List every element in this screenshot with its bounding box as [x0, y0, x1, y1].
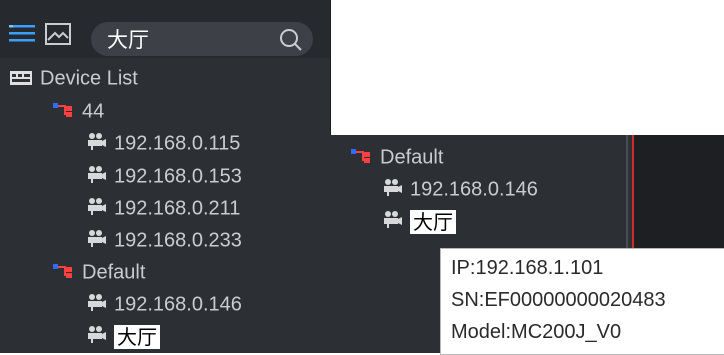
tree-group-default[interactable]: Default	[52, 257, 145, 287]
device-label: 大厅	[114, 324, 160, 349]
camera-icon	[86, 194, 106, 224]
device-label: 192.168.0.146	[410, 178, 538, 201]
device-item[interactable]: 192.168.0.211	[86, 193, 240, 223]
group-label: Default	[380, 146, 444, 169]
camera-icon	[86, 129, 106, 159]
search-input[interactable]	[105, 22, 279, 58]
image-view-icon[interactable]	[44, 22, 72, 51]
tree-group-44[interactable]: 44	[52, 96, 104, 126]
device-label: 192.168.0.146	[114, 293, 242, 316]
camera-icon	[382, 175, 402, 205]
tooltip-sn: SN:EF00000000020483	[451, 289, 666, 311]
camera-icon	[86, 322, 106, 352]
device-item-selected[interactable]: 大厅	[382, 206, 456, 236]
list-view-icon[interactable]	[8, 22, 36, 51]
tree-toolbar	[0, 0, 330, 58]
device-item[interactable]: 192.168.0.115	[86, 128, 240, 158]
tooltip-model: Model:MC200J_V0	[451, 321, 622, 343]
device-item-selected[interactable]: 大厅	[86, 321, 160, 351]
device-label: 大厅	[410, 209, 456, 234]
group-icon	[52, 258, 74, 288]
device-tree-panel: Device List 44 192.168.0.115 192.168.0.1…	[0, 0, 331, 353]
device-item[interactable]: 192.168.0.146	[86, 289, 242, 319]
device-label: 192.168.0.233	[114, 229, 242, 252]
device-label: 192.168.0.153	[114, 165, 242, 188]
device-list-icon	[10, 64, 32, 94]
tree-root-device-list[interactable]: Device List	[10, 63, 138, 93]
device-item[interactable]: 192.168.0.153	[86, 161, 242, 191]
group-icon	[52, 97, 74, 127]
camera-icon	[86, 290, 106, 320]
search-box[interactable]	[91, 22, 313, 58]
search-icon[interactable]	[279, 28, 303, 57]
tree-root-label: Device List	[40, 67, 138, 90]
group-label: Default	[82, 261, 146, 284]
group-icon	[350, 143, 372, 173]
device-info-tooltip: IP:192.168.1.101 SN:EF00000000020483 Mod…	[440, 248, 724, 355]
device-label: 192.168.0.115	[114, 132, 241, 155]
device-label: 192.168.0.211	[114, 197, 241, 220]
detail-group-default[interactable]: Default	[350, 142, 443, 172]
camera-icon	[86, 162, 106, 192]
group-label: 44	[82, 100, 105, 123]
device-item[interactable]: 192.168.0.146	[382, 174, 538, 204]
camera-icon	[382, 207, 402, 237]
device-item[interactable]: 192.168.0.233	[86, 225, 242, 255]
camera-icon	[86, 226, 106, 256]
tooltip-ip: IP:192.168.1.101	[451, 257, 604, 279]
